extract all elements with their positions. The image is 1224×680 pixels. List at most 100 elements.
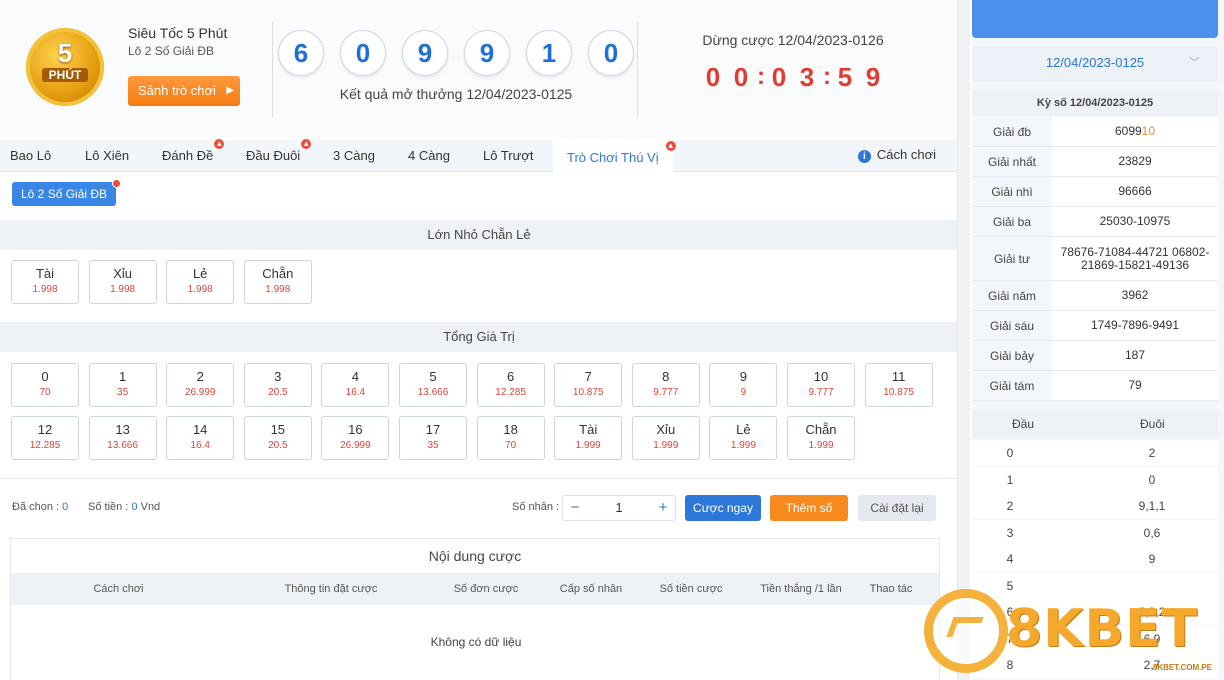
- bet-option[interactable]: 13 13.666: [88, 416, 157, 460]
- bet-option[interactable]: 17 35: [399, 416, 467, 460]
- dau-duoi-header: Đầu Đuôi: [972, 410, 1218, 438]
- money-label: Số tiền :: [88, 501, 132, 513]
- dau-value: 0: [1006, 446, 1014, 460]
- multiplier-input[interactable]: 1: [587, 496, 651, 520]
- bet-option[interactable]: 2 26.999: [166, 363, 235, 407]
- money-unit: Vnd: [137, 501, 161, 513]
- prize-row: Giải nhất 23829: [972, 147, 1218, 177]
- bet-option[interactable]: 12 12.285: [11, 416, 79, 460]
- countdown-digit: 3: [799, 62, 815, 92]
- logo-number: 5: [57, 38, 73, 68]
- bet-option[interactable]: 7 10.875: [554, 363, 623, 407]
- bet-now-button[interactable]: Cược ngay: [685, 495, 761, 521]
- game-tabs: i Cách chơi Bao Lô Lô Xiên Đánh Đề ▲ Đầu Đuôi…: [0, 138, 957, 172]
- bet-option-label: Tài: [35, 266, 55, 281]
- tab-4[interactable]: 3 Càng: [333, 140, 375, 172]
- bet-option[interactable]: Xỉu 1.999: [631, 416, 700, 460]
- bet-option-odds: 20.5: [268, 440, 288, 451]
- bet-option[interactable]: 10 9.777: [787, 363, 855, 407]
- tab-2[interactable]: Đánh Đề ▲: [162, 138, 226, 172]
- bet-option-label: 9: [739, 369, 747, 384]
- duoi-value: 2,7: [1143, 658, 1161, 672]
- bet-option-odds: 12.285: [29, 440, 61, 451]
- add-number-button[interactable]: Thêm số: [770, 495, 848, 521]
- duoi-value: 6,9: [1143, 631, 1161, 646]
- prize-name: Giải nhì: [972, 177, 1052, 206]
- bet-option[interactable]: 15 20.5: [243, 416, 312, 460]
- tab-7[interactable]: Trò Chơi Thú Vị ▲: [553, 140, 677, 172]
- bet-option[interactable]: 14 16.4: [166, 416, 235, 460]
- bet-option-odds: 12.285: [495, 387, 526, 398]
- bet-option[interactable]: 3 20.5: [243, 363, 312, 407]
- multiplier-stepper: − 1 +: [562, 495, 676, 521]
- bet-option[interactable]: 4 16.4: [321, 363, 390, 407]
- duoi-value: 2: [1148, 446, 1156, 460]
- bet-option-odds: 26.999: [184, 387, 216, 398]
- bet-option-odds: 1.998: [187, 284, 213, 295]
- bet-option[interactable]: 5 13.666: [399, 363, 467, 407]
- bet-option[interactable]: 99: [709, 363, 778, 407]
- bet-option[interactable]: Lẻ 1.999: [709, 416, 778, 460]
- result-ball: 9: [402, 30, 448, 76]
- bet-option-label: 4: [351, 369, 359, 384]
- divider: [637, 22, 638, 118]
- bet-option-label: Chẵn: [262, 266, 294, 281]
- bet-option-odds: 16.4: [345, 387, 366, 398]
- prize-row: Giải tư 78676-71084-44721 06802-21869-158…: [972, 237, 1218, 281]
- plus-button[interactable]: +: [651, 496, 675, 520]
- prize-value: 6099 10: [1052, 117, 1218, 146]
- tab-6[interactable]: Lô Trượt: [483, 140, 533, 172]
- bet-option[interactable]: 0 70: [11, 363, 79, 407]
- bet-option-odds: 9.777: [653, 387, 679, 398]
- subtab-lo2so-giaidb[interactable]: Lô 2 Số Giải ĐB: [12, 179, 122, 206]
- tab-1[interactable]: Lô Xiên: [85, 140, 129, 172]
- bet-option[interactable]: 18 70: [476, 416, 545, 460]
- bet-option[interactable]: Lẻ 1.998: [166, 260, 235, 304]
- bet-option[interactable]: Xỉu 1.998: [88, 260, 157, 304]
- lobby-button-label: Sảnh trò chơi: [138, 83, 216, 98]
- tab-label: 4 Càng: [408, 148, 450, 163]
- prize-name: Giải năm: [972, 281, 1052, 310]
- divider: [272, 22, 273, 118]
- minus-button[interactable]: −: [563, 496, 587, 520]
- bet-option[interactable]: 1 35: [88, 363, 157, 407]
- bet-option[interactable]: Chẵn 1.998: [243, 260, 312, 304]
- bet-option-label: Lẻ: [736, 422, 751, 437]
- selected-label: Đã chọn :: [12, 501, 63, 513]
- reset-button[interactable]: Cài đặt lại: [858, 495, 936, 521]
- bet-option-label: 2: [196, 369, 204, 384]
- bet-option-odds: 9.777: [808, 387, 834, 398]
- column-header: Thông tin đặt cược: [284, 583, 378, 595]
- bet-option-label: 5: [429, 369, 437, 384]
- bet-option-odds: 10.875: [883, 387, 914, 398]
- tab-3[interactable]: Đầu Đuôi ▲: [246, 138, 313, 172]
- bet-option-odds: 1.998: [110, 284, 136, 295]
- dau-value: 7: [1006, 631, 1014, 646]
- tab-5[interactable]: 4 Càng: [408, 140, 450, 172]
- countdown-digit: 0: [733, 62, 749, 92]
- result-ball: 9: [464, 30, 510, 76]
- bet-option[interactable]: Tài 1.999: [554, 416, 623, 460]
- period-select[interactable]: 12/04/2023-0125 ﹀: [972, 46, 1218, 82]
- duoi-label: Đuôi: [1140, 417, 1165, 431]
- prize-row: Giải ba 25030-10975: [972, 207, 1218, 237]
- help-link[interactable]: i Cách chơi: [857, 140, 936, 172]
- bet-option[interactable]: Chẵn 1.999: [787, 416, 855, 460]
- scrollbar[interactable]: [958, 0, 970, 680]
- dau-value: 1: [1006, 472, 1014, 487]
- prize-name: Giải tám: [972, 371, 1052, 400]
- column-header: Số tiền cược: [659, 583, 723, 595]
- lobby-button[interactable]: Sảnh trò chơi ▶: [128, 76, 240, 106]
- dau-value: 6: [1006, 605, 1014, 619]
- bet-option-odds: 20.5: [268, 387, 288, 398]
- bet-option[interactable]: 6 12.285: [476, 363, 545, 407]
- prize-value: 23829: [1118, 154, 1152, 168]
- tab-0[interactable]: Bao Lô: [10, 140, 51, 172]
- bet-content-title: Nội dung cược: [428, 548, 522, 564]
- dau-value: 3: [1006, 525, 1014, 540]
- bet-option[interactable]: 16 26.999: [321, 416, 390, 460]
- bet-option[interactable]: 11 10.875: [864, 363, 933, 407]
- bet-option[interactable]: 8 9.777: [631, 363, 700, 407]
- special-prize-highlight: 10: [1141, 124, 1156, 138]
- bet-option[interactable]: Tài 1.998: [11, 260, 79, 304]
